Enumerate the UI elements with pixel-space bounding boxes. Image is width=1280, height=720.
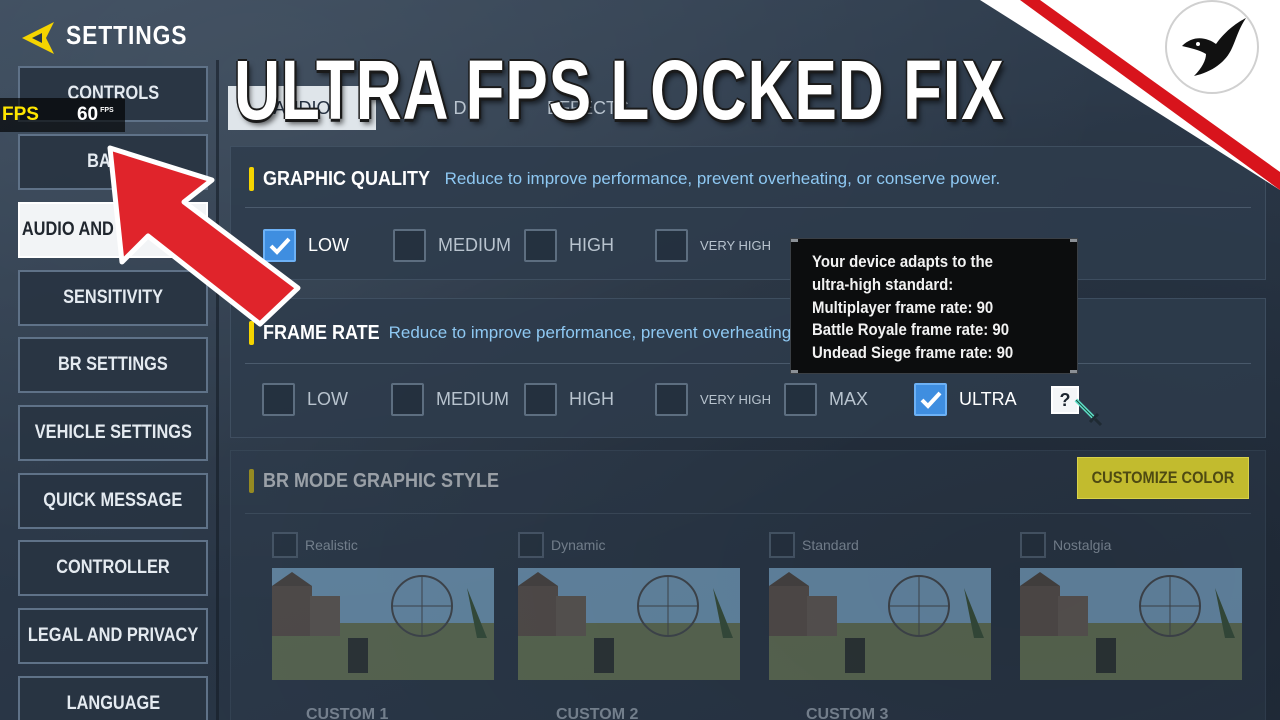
sidebar-item-vehicle-settings[interactable]: VEHICLE SETTINGS xyxy=(18,405,208,461)
style-card-header: Dynamic xyxy=(518,530,740,560)
tooltip-line: Multiplayer frame rate: 90 xyxy=(812,297,994,317)
tooltip-line: ultra-high standard: xyxy=(812,274,954,294)
custom-style-label[interactable]: CUSTOM 2 xyxy=(556,706,638,720)
frame-rate-tooltip: Your device adapts to the ultra-high sta… xyxy=(790,238,1078,374)
fps-unit: FPS xyxy=(100,106,114,114)
style-preview-image xyxy=(518,568,740,680)
sidebar-item-label: LANGUAGE xyxy=(66,693,160,714)
sidebar-item-label: LEGAL AND PRIVACY xyxy=(27,625,199,646)
option-label: VERY HIGH xyxy=(700,392,772,407)
sidebar-item-label: CONTROLLER xyxy=(56,557,170,578)
style-preview-image xyxy=(272,568,494,680)
sidebar-item-label: QUICK MESSAGE xyxy=(43,490,183,511)
checkbox-checked[interactable] xyxy=(914,383,947,416)
style-name: Nostalgia xyxy=(1053,537,1112,553)
fps-value: 60 xyxy=(76,104,99,125)
tooltip-corner xyxy=(791,239,798,242)
checkbox[interactable] xyxy=(1020,532,1046,558)
section-divider xyxy=(245,363,1251,364)
style-card-header: Nostalgia xyxy=(1020,530,1242,560)
thumbnail-headline: ULTRA FPS LOCKED FIX xyxy=(234,43,1005,137)
frame-option-max[interactable]: MAX xyxy=(784,383,868,416)
frame-option-medium[interactable]: MEDIUM xyxy=(391,383,509,416)
fps-label: FPS xyxy=(2,104,39,125)
frame-option-high[interactable]: HIGH xyxy=(524,383,614,416)
option-label: HIGH xyxy=(569,389,614,409)
cursor-sword-icon xyxy=(1074,398,1103,427)
frame-rate-panel: FRAME RATE Reduce to improve performance… xyxy=(230,298,1266,438)
sidebar-item-controller[interactable]: CONTROLLER xyxy=(18,540,208,596)
back-arrow-icon[interactable] xyxy=(20,20,56,56)
custom-style-label[interactable]: CUSTOM 3 xyxy=(806,706,888,720)
br-mode-style-title: BR MODE GRAPHIC STYLE xyxy=(263,469,500,492)
option-label: VERY HIGH xyxy=(700,238,772,253)
checkbox[interactable] xyxy=(391,383,424,416)
style-preview-image xyxy=(1020,568,1242,680)
checkbox[interactable] xyxy=(524,383,557,416)
sidebar-item-label: VEHICLE SETTINGS xyxy=(34,422,192,443)
style-card-dynamic[interactable]: Dynamic xyxy=(518,530,740,680)
tooltip-line: Battle Royale frame rate: 90 xyxy=(812,320,1010,340)
style-name: Realistic xyxy=(305,537,358,553)
style-name: Dynamic xyxy=(551,537,606,553)
sidebar-item-quick-message[interactable]: QUICK MESSAGE xyxy=(18,473,208,529)
bird-logo-icon xyxy=(980,0,1280,190)
checkbox[interactable] xyxy=(262,383,295,416)
checkbox[interactable] xyxy=(769,532,795,558)
frame-option-low[interactable]: LOW xyxy=(262,383,348,416)
checkmark-icon xyxy=(920,391,941,409)
graphic-option-high[interactable]: HIGH xyxy=(524,229,614,262)
tooltip-corner xyxy=(1070,239,1077,242)
style-card-standard[interactable]: Standard xyxy=(769,530,991,680)
frame-option-very-high[interactable]: VERY HIGH xyxy=(655,383,771,416)
frame-option-ultra[interactable]: ULTRA xyxy=(914,383,1017,416)
style-card-nostalgia[interactable]: Nostalgia xyxy=(1020,530,1242,680)
option-label: MEDIUM xyxy=(436,389,509,409)
tooltip-line: Your device adapts to the xyxy=(812,252,993,271)
style-preview-image xyxy=(769,568,991,680)
option-label: ULTRA xyxy=(959,389,1017,409)
tooltip-line: Undead Siege frame rate: 90 xyxy=(812,343,1014,363)
customize-color-button[interactable]: CUSTOMIZE COLOR xyxy=(1077,457,1249,499)
sidebar-item-language[interactable]: LANGUAGE xyxy=(18,676,208,720)
checkbox[interactable] xyxy=(393,229,426,262)
checkbox[interactable] xyxy=(272,532,298,558)
graphic-option-very-high[interactable]: VERY HIGH xyxy=(655,229,771,262)
checkbox[interactable] xyxy=(655,229,688,262)
section-divider xyxy=(245,207,1251,208)
graphic-quality-description: Reduce to improve performance, prevent o… xyxy=(444,169,1001,188)
checkbox[interactable] xyxy=(524,229,557,262)
tooltip-corner xyxy=(791,370,798,373)
style-name: Standard xyxy=(802,537,859,553)
style-card-header: Standard xyxy=(769,530,991,560)
checkbox[interactable] xyxy=(518,532,544,558)
section-divider xyxy=(245,513,1251,514)
option-label: MEDIUM xyxy=(438,235,511,255)
checkbox[interactable] xyxy=(655,383,688,416)
style-card-header: Realistic xyxy=(272,530,494,560)
graphic-option-medium[interactable]: MEDIUM xyxy=(393,229,511,262)
br-mode-style-header: BR MODE GRAPHIC STYLE xyxy=(249,469,525,493)
page-title: SETTINGS xyxy=(66,20,188,50)
customize-color-label: CUSTOMIZE COLOR xyxy=(1091,468,1235,487)
checkbox[interactable] xyxy=(784,383,817,416)
sidebar-item-legal-privacy[interactable]: LEGAL AND PRIVACY xyxy=(18,608,208,664)
tooltip-corner xyxy=(1070,370,1077,373)
section-accent-bar xyxy=(249,469,254,493)
sidebar-item-label: BR SETTINGS xyxy=(58,354,168,375)
option-label: HIGH xyxy=(569,235,614,255)
sidebar-item-br-settings[interactable]: BR SETTINGS xyxy=(18,337,208,393)
option-label: LOW xyxy=(307,389,349,409)
red-arrow-icon xyxy=(107,145,301,327)
fps-counter-overlay: FPS 60 FPS xyxy=(0,98,125,132)
graphic-quality-header: GRAPHIC QUALITY Reduce to improve perfor… xyxy=(249,167,1000,191)
style-card-realistic[interactable]: Realistic xyxy=(272,530,494,680)
option-label: MAX xyxy=(829,389,869,409)
custom-style-label[interactable]: CUSTOM 1 xyxy=(306,706,388,720)
